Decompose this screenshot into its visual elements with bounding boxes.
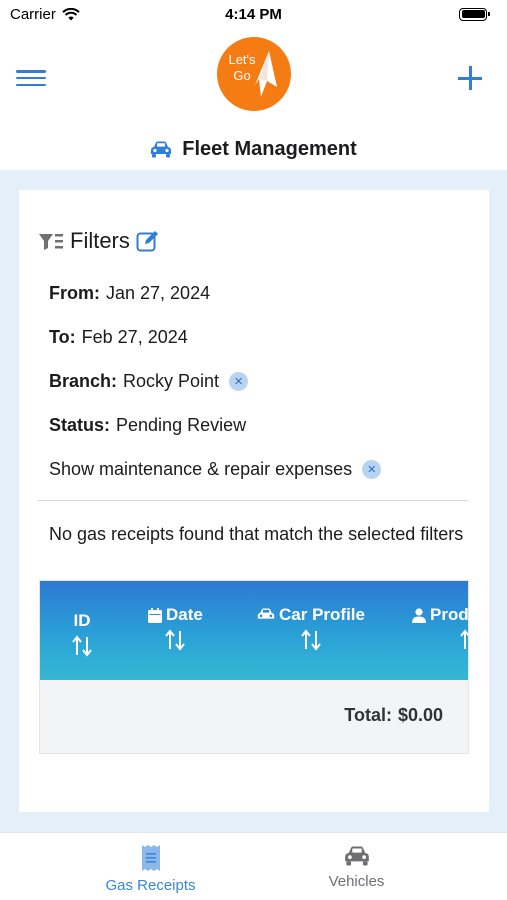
car-icon (344, 846, 369, 866)
carrier-label: Carrier (10, 5, 56, 23)
status-left: Carrier (10, 6, 80, 23)
divider (38, 500, 468, 501)
filter-branch-value: Rocky Point (123, 371, 220, 391)
tab-gas-receipts-label: Gas Receipts (105, 877, 196, 894)
remove-branch-filter-button[interactable]: ✕ (229, 372, 249, 391)
tab-vehicles-label: Vehicles (328, 873, 385, 890)
filters-header: Filters (38, 228, 160, 254)
receipt-icon (141, 845, 160, 871)
filter-branch-label: Branch: (49, 371, 118, 391)
person-icon (412, 607, 426, 623)
filter-maintenance: Show maintenance & repair expenses ✕ (49, 459, 382, 480)
tab-bar: Gas Receipts Vehicles (0, 832, 507, 900)
filter-from-value: Jan 27, 2024 (106, 283, 211, 303)
sort-icon[interactable] (460, 629, 469, 651)
column-car-profile-label: Car Profile (279, 605, 365, 624)
column-header-car-profile[interactable]: Car Profile (257, 605, 365, 651)
car-icon (151, 141, 172, 157)
app-logo: Let's Go (217, 37, 291, 111)
filter-to-value: Feb 27, 2024 (81, 327, 188, 347)
column-id-label: ID (73, 611, 91, 630)
logo-text: Let's Go (228, 52, 256, 83)
tab-vehicles[interactable]: Vehicles (230, 833, 483, 900)
filter-status: Status: Pending Review (49, 415, 246, 436)
filters-title: Filters (70, 228, 130, 253)
car-icon (257, 608, 275, 619)
filter-from-label: From: (49, 283, 100, 303)
empty-results-message: No gas receipts found that match the sel… (49, 524, 464, 544)
filter-from: From: Jan 27, 2024 (49, 283, 210, 304)
column-product-label: Prod (430, 605, 469, 624)
app-header: Let's Go (0, 28, 507, 128)
hamburger-menu-button[interactable] (16, 66, 46, 90)
filter-to-label: To: (49, 327, 76, 347)
receipts-table[interactable]: ID Date Car Profile Prod Total: $0.00 (39, 580, 469, 754)
column-header-date[interactable]: Date (148, 605, 203, 651)
sort-icon[interactable] (301, 629, 321, 651)
sort-icon[interactable] (72, 635, 92, 657)
calendar-icon (148, 607, 162, 623)
add-button[interactable] (457, 65, 483, 91)
column-header-product[interactable]: Prod (412, 605, 469, 651)
filter-to: To: Feb 27, 2024 (49, 327, 188, 348)
filter-branch: Branch: Rocky Point ✕ (49, 371, 249, 392)
total-value: $0.00 (397, 705, 443, 725)
total-label: Total: (344, 705, 392, 725)
battery-icon (459, 7, 490, 21)
column-header-id[interactable]: ID (72, 605, 92, 657)
filter-status-value: Pending Review (116, 415, 247, 435)
filter-status-label: Status: (49, 415, 111, 435)
table-total: Total: $0.00 (344, 705, 443, 726)
status-bar: Carrier 4:14 PM (0, 0, 507, 28)
page-title: Fleet Management (0, 128, 507, 170)
column-date-label: Date (166, 605, 203, 624)
filter-maintenance-label: Show maintenance & repair expenses (49, 459, 353, 479)
wifi-icon (62, 7, 80, 20)
table-header: ID Date Car Profile Prod (40, 581, 469, 680)
sort-icon[interactable] (165, 629, 186, 651)
filter-icon (39, 234, 63, 250)
edit-icon[interactable] (136, 229, 160, 253)
page-title-text: Fleet Management (182, 137, 357, 160)
remove-maintenance-filter-button[interactable]: ✕ (362, 460, 382, 479)
